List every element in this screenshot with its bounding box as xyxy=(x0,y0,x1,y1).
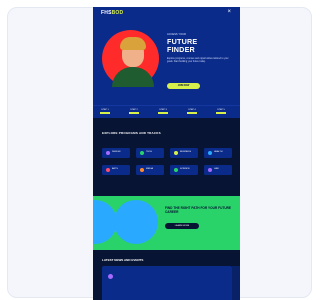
program-tile[interactable]: HEALTH xyxy=(204,148,232,158)
ticker-bar: STEP 1 STEP 2 STEP 3 STEP 4 STEP 5 xyxy=(93,105,240,118)
logo-accent: BOD xyxy=(111,10,124,16)
ticker-item[interactable]: STEP 4 xyxy=(182,109,202,114)
hero-subtitle: Explore programs, courses and opportunit… xyxy=(167,58,229,63)
promo-circle xyxy=(114,200,158,244)
ticker-item[interactable]: STEP 3 xyxy=(153,109,173,114)
close-icon[interactable]: × xyxy=(227,9,231,15)
program-tile-icon xyxy=(208,168,212,172)
program-tile-icon xyxy=(174,168,178,172)
promo-cta-button[interactable]: LEARN MORE xyxy=(165,223,199,229)
news-card[interactable] xyxy=(102,266,232,300)
program-tile-icon xyxy=(106,151,110,155)
program-tile-icon xyxy=(106,168,110,172)
program-tile[interactable]: DESIGN xyxy=(102,148,130,158)
ticker-item[interactable]: STEP 5 xyxy=(211,109,231,114)
news-section-title: LATEST NEWS AND EVENTS xyxy=(102,258,144,262)
hero-title-line-2: FINDER xyxy=(167,44,195,54)
program-tile[interactable]: LAW xyxy=(204,165,232,175)
program-tile[interactable]: SCIENCE xyxy=(170,165,198,175)
program-tile-icon xyxy=(174,151,178,155)
news-card-icon xyxy=(108,274,113,279)
logo-main: FHS xyxy=(101,10,112,16)
site-logo[interactable]: FHSBOD xyxy=(101,10,123,16)
program-tile-icon xyxy=(140,168,144,172)
promo-banner: FIND THE RIGHT PATH FOR YOUR FUTURE CARE… xyxy=(93,196,240,250)
program-tile[interactable]: BUSINESS xyxy=(170,148,198,158)
hero-eyebrow: ACCESS YOUR xyxy=(167,33,186,36)
program-tile[interactable]: MEDIA xyxy=(136,165,164,175)
ticker-item[interactable]: STEP 1 xyxy=(95,109,115,114)
program-tile[interactable]: ARTS xyxy=(102,165,130,175)
hero-person-hair xyxy=(120,37,146,50)
mobile-page-preview: FHSBOD × ACCESS YOUR FUTURE FINDER Explo… xyxy=(93,7,240,300)
promo-title: FIND THE RIGHT PATH FOR YOUR FUTURE CARE… xyxy=(165,206,232,215)
hero-cta-button[interactable]: JOIN NOW xyxy=(167,83,200,89)
program-tile-icon xyxy=(208,151,212,155)
explore-section-title: EXPLORE PROGRAMS AND TRACKS xyxy=(102,131,161,135)
program-tile[interactable]: TECH xyxy=(136,148,164,158)
hero-section: ACCESS YOUR FUTURE FINDER Explore progra… xyxy=(93,21,240,105)
hero-title: FUTURE FINDER xyxy=(167,38,197,53)
program-tile-icon xyxy=(140,151,144,155)
ticker-item[interactable]: STEP 2 xyxy=(124,109,144,114)
site-header: FHSBOD × xyxy=(93,7,240,21)
news-card-next[interactable] xyxy=(232,266,240,300)
